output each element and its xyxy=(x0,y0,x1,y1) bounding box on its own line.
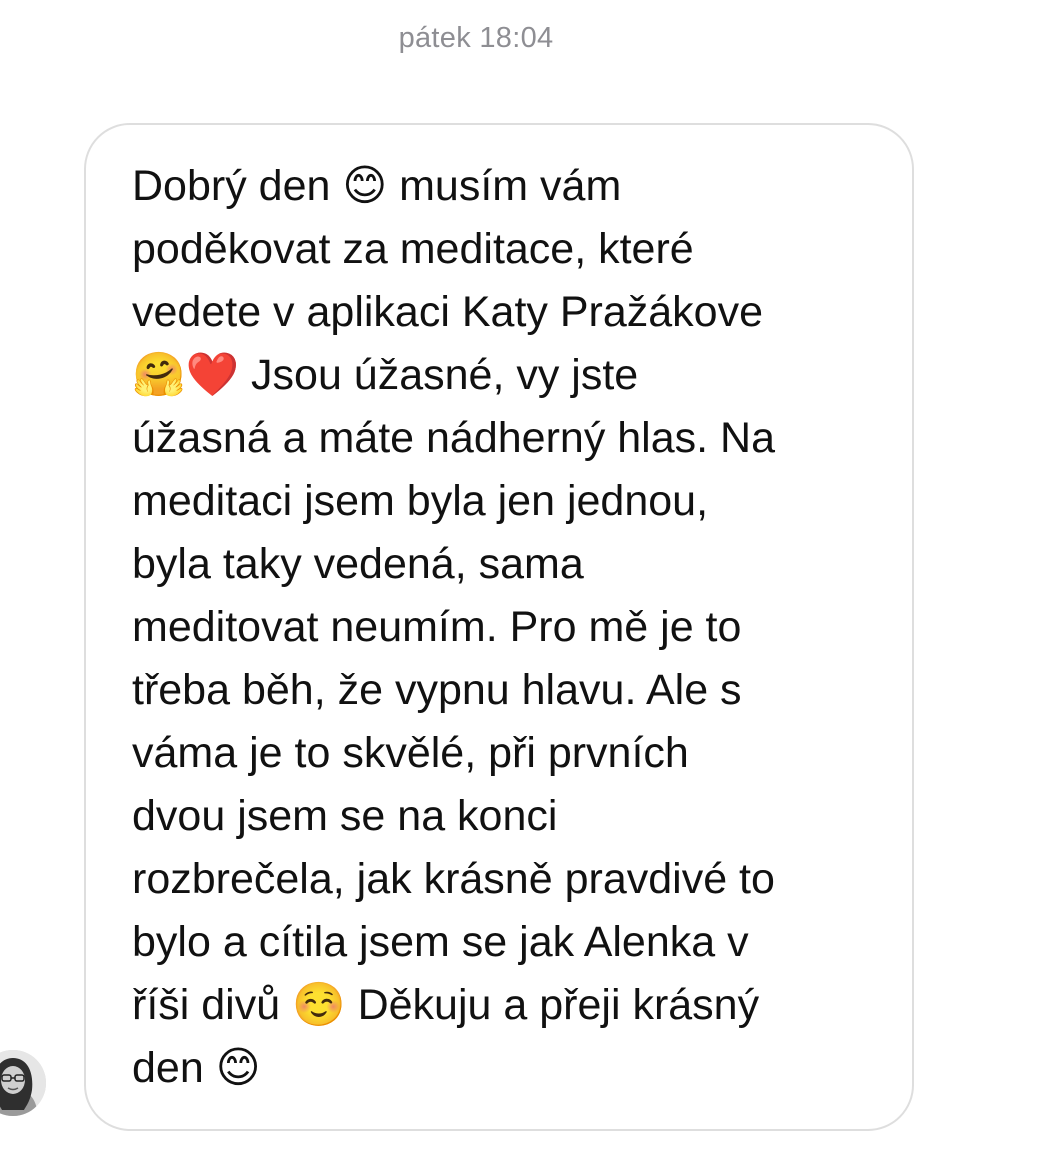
sender-avatar[interactable] xyxy=(0,1050,46,1116)
message-text: Dobrý den 😊 musím vám poděkovat za medit… xyxy=(132,162,776,1092)
user-avatar-photo-icon xyxy=(0,1050,46,1116)
message-timestamp: pátek 18:04 xyxy=(398,22,554,54)
incoming-message-bubble[interactable]: Dobrý den 😊 musím vám poděkovat za medit… xyxy=(84,123,914,1131)
